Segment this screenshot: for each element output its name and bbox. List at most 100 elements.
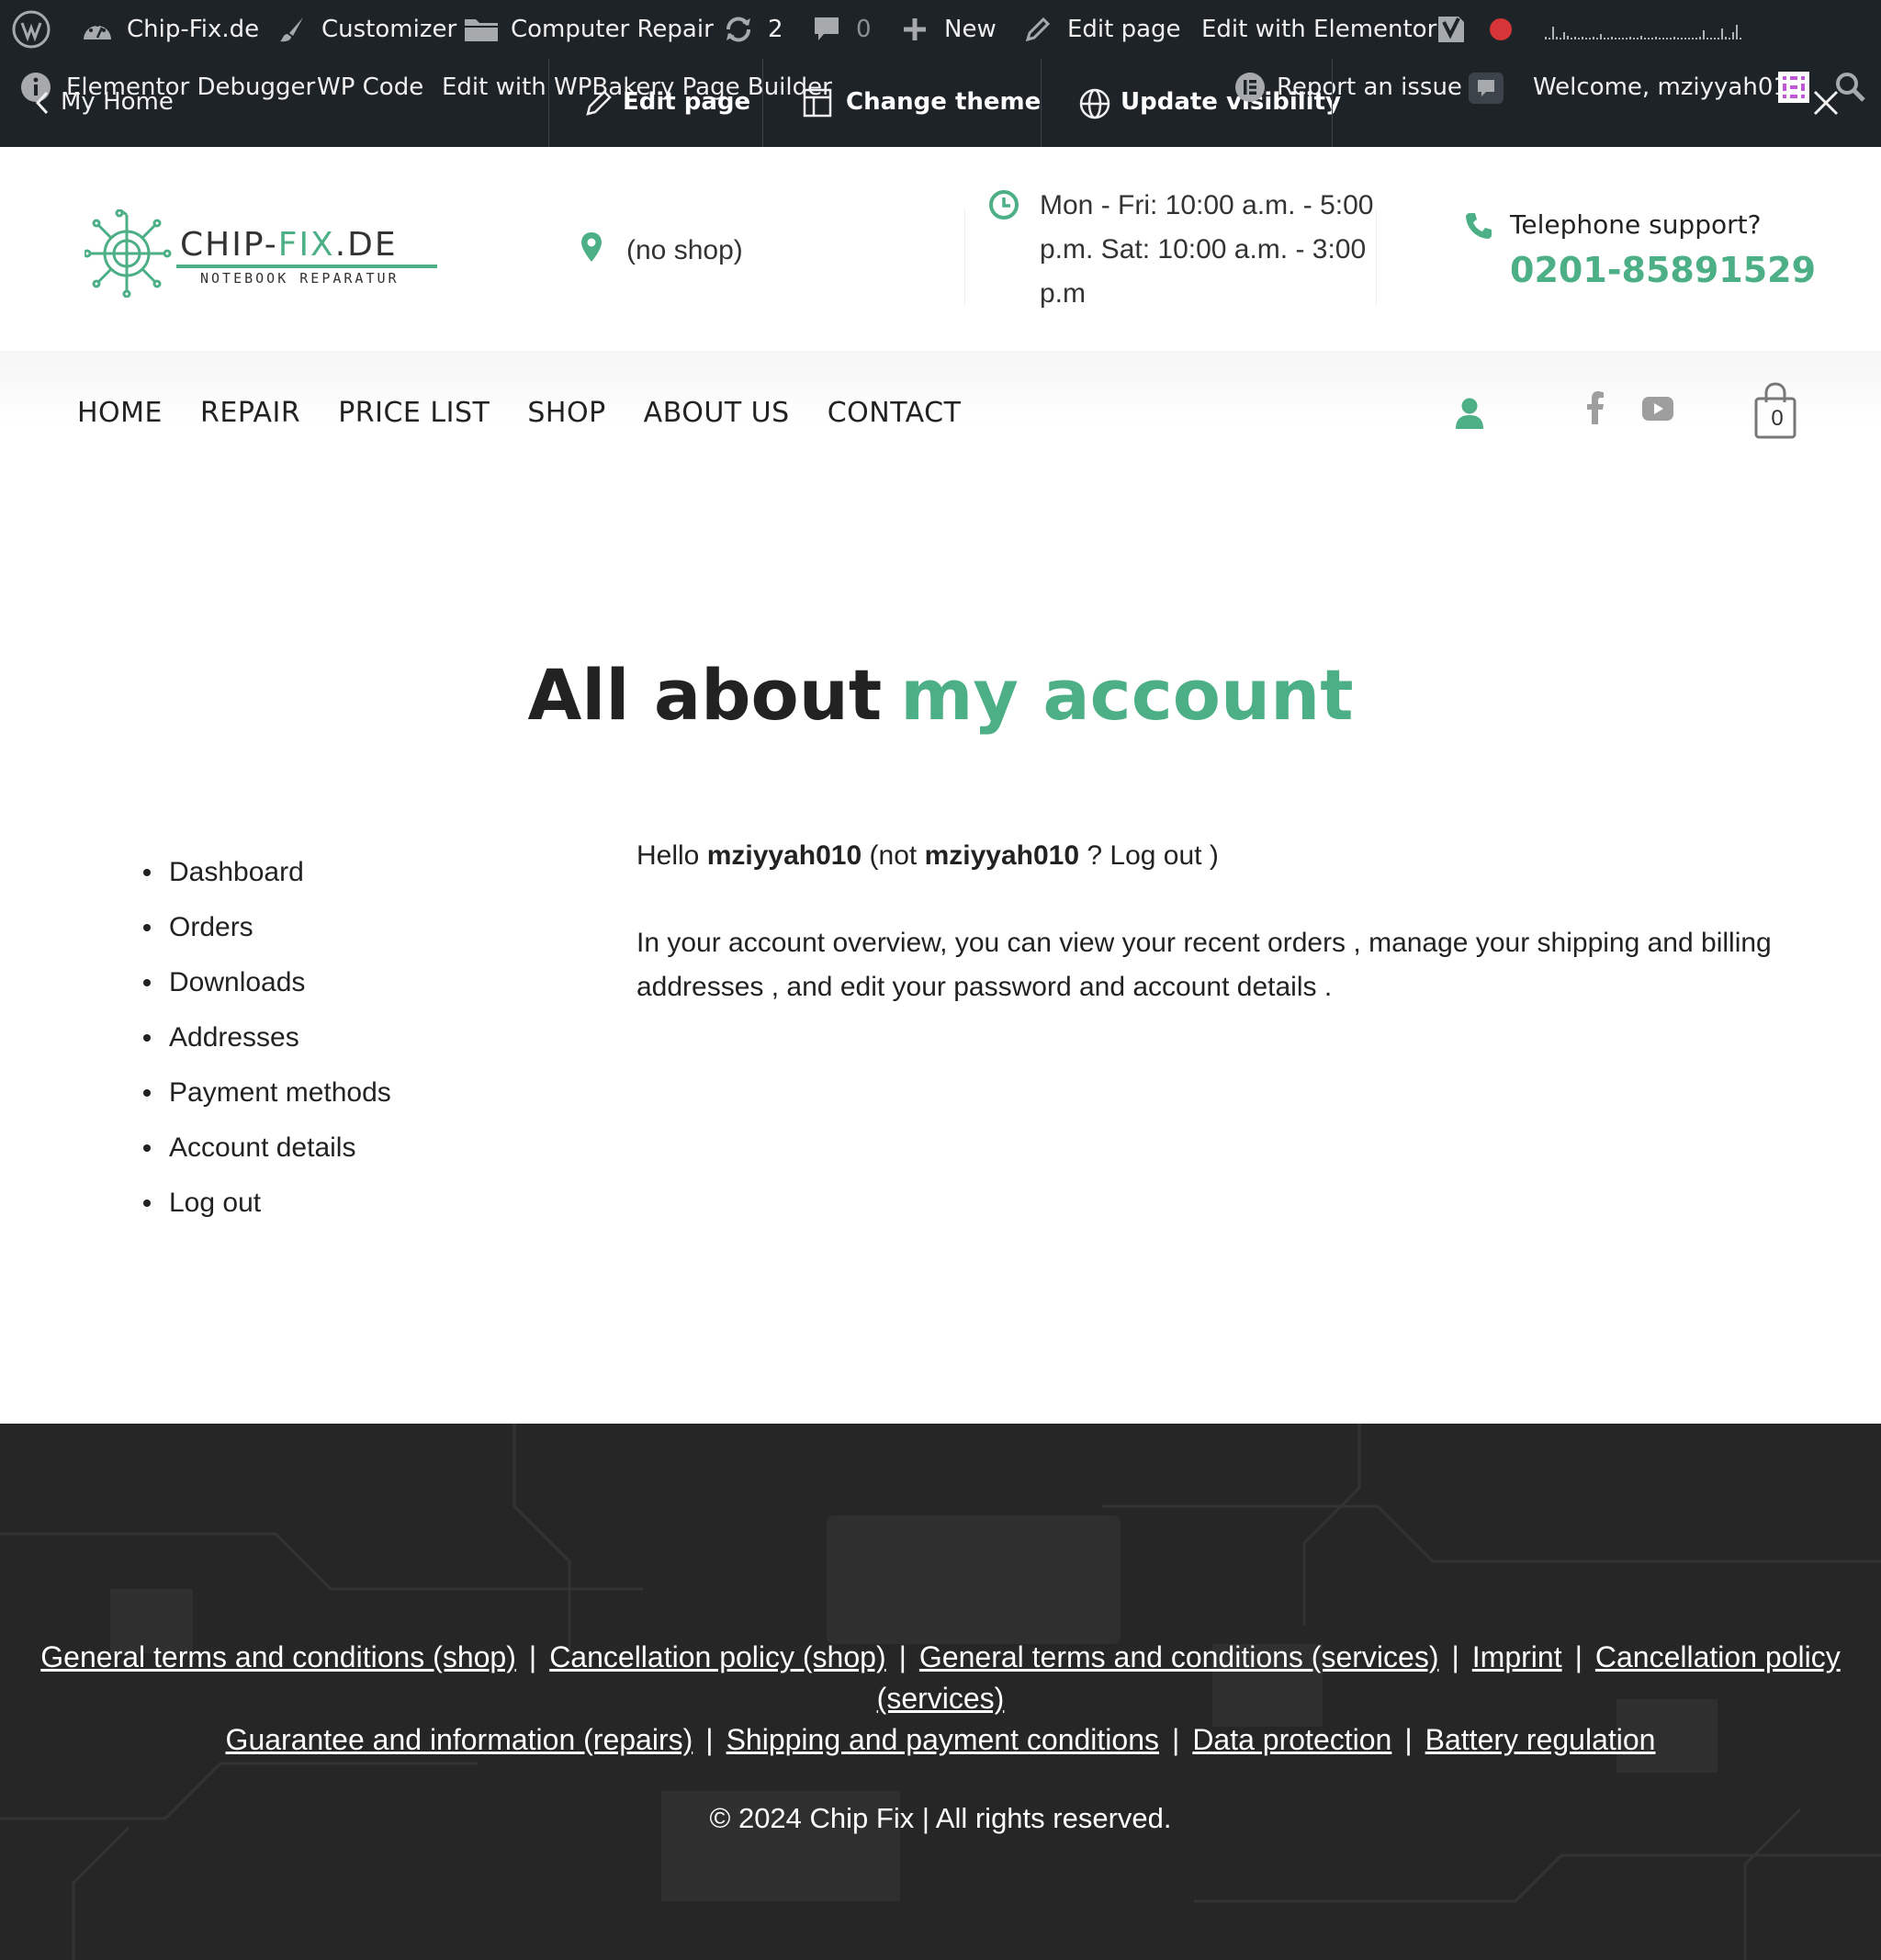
overview-text: . <box>1323 972 1333 1002</box>
nav-icons <box>0 382 1881 446</box>
logo-brand-part: .DE <box>334 226 398 264</box>
footer-link-separator: | <box>898 1640 907 1673</box>
edit-elementor-link[interactable]: Edit with Elementor <box>1201 0 1436 59</box>
updates-link[interactable]: 2 <box>720 0 783 59</box>
account-nav-item: Log out <box>143 1176 391 1231</box>
footer-link-guarantee[interactable]: Guarantee and information (repairs) <box>226 1723 693 1756</box>
sparkline-icon <box>1545 19 1741 39</box>
my-home-link[interactable]: My Home <box>61 88 174 116</box>
yoast-icon <box>1435 13 1468 46</box>
edit-page-button[interactable]: Edit page <box>623 88 750 116</box>
footer-link-cancellation-shop[interactable]: Cancellation policy (shop) <box>549 1640 885 1673</box>
phone-label: Telephone support? <box>1510 209 1762 240</box>
footer-link-data-protection[interactable]: Data protection <box>1192 1723 1391 1756</box>
edit-elementor-label: Edit with Elementor <box>1201 16 1437 43</box>
search-icon[interactable] <box>1835 72 1866 107</box>
footer-link-separator: | <box>528 1640 537 1673</box>
footer-link-battery-regulation[interactable]: Battery regulation <box>1425 1723 1656 1756</box>
admin-bar: Chip-Fix.de Customizer Computer Repair 2… <box>0 0 1881 147</box>
footer-link-separator: | <box>1404 1723 1413 1756</box>
chip-logo-icon <box>84 209 172 298</box>
welcome-user-menu[interactable]: Welcome, mziyyah010 <box>1533 73 1803 101</box>
greeting-username: mziyyah010 <box>706 840 862 871</box>
logo-brand-part: CHIP- <box>180 226 278 264</box>
opening-hours-text: Mon - Fri: 10:00 a.m. - 5:00 p.m. Sat: 1… <box>1040 190 1374 309</box>
phone-number[interactable]: 0201-85891529 <box>1510 250 1816 290</box>
wordpress-menu[interactable] <box>11 0 51 59</box>
account-nav-item: Payment methods <box>143 1065 391 1121</box>
customizer-link[interactable]: Customizer <box>274 0 456 59</box>
chevron-left-icon[interactable] <box>35 90 50 119</box>
account-navigation: Dashboard Orders Downloads Addresses Pay… <box>143 845 391 1231</box>
greeting-username-2: mziyyah010 <box>924 840 1080 871</box>
feedback-icon[interactable] <box>1468 72 1504 108</box>
toolbar-divider <box>548 59 549 147</box>
site-name-menu[interactable]: Chip-Fix.de <box>79 0 259 59</box>
edit-page-label: Edit page <box>1067 16 1181 43</box>
account-nav-item: Dashboard <box>143 845 391 900</box>
account-nav-dashboard[interactable]: Dashboard <box>169 850 304 895</box>
cart-count: 0 <box>1771 406 1784 431</box>
dashboard-icon <box>79 11 116 48</box>
account-nav-orders[interactable]: Orders <box>169 906 253 950</box>
greeting-hello: Hello <box>636 840 700 871</box>
comments-link[interactable]: 0 <box>808 0 872 59</box>
logo-brand-part: FIX <box>277 226 335 264</box>
greeting: Hello mziyyah010 (not mziyyah010 ? Log o… <box>636 834 1797 878</box>
site-logo[interactable]: CHIP-FIX.DE NOTEBOOK REPARATUR <box>84 209 443 298</box>
logo-subtitle: NOTEBOOK REPARATUR <box>200 270 400 287</box>
account-nav-downloads[interactable]: Downloads <box>169 961 305 1005</box>
shop-location[interactable]: (no shop) <box>580 231 743 270</box>
overview-paragraph: In your account overview, you can view y… <box>636 921 1797 1009</box>
greeting-question: ? <box>1087 840 1103 871</box>
account-details-link[interactable]: edit your password and account details <box>840 972 1317 1002</box>
footer-links-row: General terms and conditions (shop) | Canc… <box>0 1637 1881 1719</box>
wordpress-icon <box>11 9 51 50</box>
map-pin-icon <box>580 231 603 270</box>
footer-link-terms-services[interactable]: General terms and conditions (services) <box>919 1640 1439 1673</box>
account-nav-addresses[interactable]: Addresses <box>169 1016 299 1060</box>
site-header: CHIP-FIX.DE NOTEBOOK REPARATUR (no shop)… <box>0 147 1881 351</box>
footer-link-separator: | <box>1451 1640 1459 1673</box>
comments-count: 0 <box>856 16 872 43</box>
edit-page-link[interactable]: Edit page <box>1019 0 1181 59</box>
pencil-icon <box>584 88 614 121</box>
clock-icon <box>988 189 1019 225</box>
footer-link-shipping[interactable]: Shipping and payment conditions <box>726 1723 1159 1756</box>
plus-icon <box>896 11 933 48</box>
query-monitor-sparkline[interactable] <box>1545 0 1741 59</box>
change-theme-button[interactable]: Change theme <box>846 88 1041 116</box>
footer-link-imprint[interactable]: Imprint <box>1472 1640 1562 1673</box>
site-footer: General terms and conditions (shop) | Canc… <box>0 1424 1881 1960</box>
account-nav-log-out[interactable]: Log out <box>169 1181 261 1225</box>
report-issue-link[interactable]: Report an issue <box>1277 73 1462 101</box>
yoast-menu[interactable] <box>1435 0 1468 59</box>
youtube-icon[interactable] <box>1642 397 1673 425</box>
user-icon[interactable] <box>1455 397 1484 434</box>
avatar-icon[interactable] <box>1778 72 1809 107</box>
toolbar-divider <box>1041 59 1042 147</box>
recent-orders-link[interactable]: recent orders <box>1183 928 1346 958</box>
account-nav-account-details[interactable]: Account details <box>169 1126 355 1170</box>
phone-icon <box>1464 211 1493 245</box>
footer-link-separator: | <box>1574 1640 1583 1673</box>
computer-repair-link[interactable]: Computer Repair <box>463 0 714 59</box>
footer-link-separator: | <box>705 1723 714 1756</box>
facebook-icon[interactable] <box>1587 391 1604 429</box>
record-indicator[interactable] <box>1490 0 1512 59</box>
updates-count: 2 <box>768 16 783 43</box>
greeting-not: (not <box>869 840 918 871</box>
wp-code-link[interactable]: WP Code <box>317 73 423 101</box>
footer-links: General terms and conditions (shop) | Canc… <box>0 1637 1881 1761</box>
pencil-icon <box>1019 11 1056 48</box>
site-name-label: Chip-Fix.de <box>127 16 260 43</box>
account-nav-payment-methods[interactable]: Payment methods <box>169 1071 391 1115</box>
footer-link-terms-shop[interactable]: General terms and conditions (shop) <box>40 1640 516 1673</box>
footer-link-separator: | <box>1172 1723 1180 1756</box>
new-content-link[interactable]: New <box>896 0 997 59</box>
logout-link[interactable]: Log out <box>1109 840 1201 871</box>
copyright: © 2024 Chip Fix | All rights reserved. <box>709 1802 1172 1834</box>
greeting-close: ) <box>1209 840 1219 871</box>
header-divider <box>964 208 965 307</box>
account-nav-item: Downloads <box>143 955 391 1010</box>
